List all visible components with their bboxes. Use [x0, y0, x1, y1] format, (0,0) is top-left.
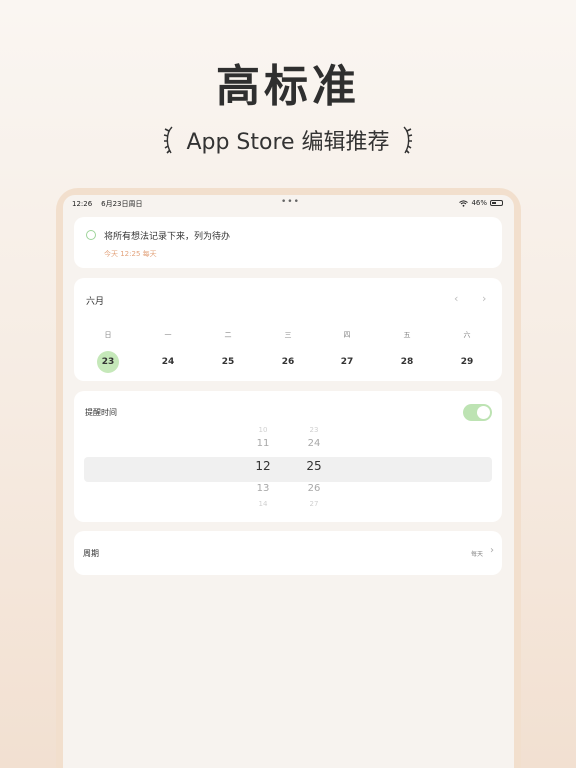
day-cell[interactable]: 29: [456, 351, 478, 373]
battery-level: [492, 202, 497, 204]
weekday-label: 三: [284, 331, 292, 339]
laurel-right-icon: [403, 126, 412, 154]
calendar-card: 六月 ‹ › 日 一 二 三 四 五 六 23 24 25 26 27 28 2…: [74, 278, 502, 381]
minute-selected[interactable]: 25: [299, 459, 329, 473]
minute-option[interactable]: 27: [299, 500, 329, 508]
weekday-label: 六: [463, 331, 471, 339]
cycle-label: 周期: [83, 549, 99, 558]
day-cell[interactable]: 27: [336, 351, 358, 373]
picker-selection-band: [84, 457, 492, 482]
status-right: 46%: [459, 199, 503, 207]
todo-meta: 今天 12:25 每天: [104, 250, 157, 258]
wifi-icon: [459, 199, 469, 207]
day-cell[interactable]: 24: [157, 351, 179, 373]
status-time: 12:26: [72, 200, 93, 208]
weekday-label: 五: [403, 331, 411, 339]
chevron-right-icon: ›: [490, 545, 494, 556]
todo-title: 将所有想法记录下来，列为待办: [104, 232, 231, 242]
multitasking-dots-icon[interactable]: •••: [281, 197, 300, 207]
todo-checkbox[interactable]: [86, 230, 96, 240]
minute-option[interactable]: 23: [299, 426, 329, 434]
hour-option[interactable]: 10: [248, 426, 278, 434]
weekday-label: 四: [343, 331, 351, 339]
status-bar: 12:26 6月23日周日 ••• 46%: [63, 195, 514, 211]
hour-selected[interactable]: 12: [248, 459, 278, 473]
minute-option[interactable]: 26: [299, 483, 329, 494]
day-cell[interactable]: 28: [396, 351, 418, 373]
status-left: 12:26 6月23日周日: [72, 199, 142, 209]
toggle-knob: [477, 406, 490, 419]
todo-card[interactable]: 将所有想法记录下来，列为待办 今天 12:25 每天: [74, 217, 502, 268]
reminder-card: 提醒时间 10 11 12 13 14 23 24 25 26 27: [74, 391, 502, 522]
weekday-label: 一: [164, 331, 172, 339]
reminder-label: 提醒时间: [85, 408, 117, 417]
cycle-value: 每天: [470, 551, 483, 558]
hour-option[interactable]: 11: [248, 438, 278, 449]
app-screen: 12:26 6月23日周日 ••• 46% 将所有想法记录下来，列为待办 今天 …: [63, 195, 514, 768]
day-cell-selected[interactable]: 23: [97, 351, 119, 373]
day-cell[interactable]: 25: [217, 351, 239, 373]
subline-text: App Store 编辑推荐: [186, 130, 390, 155]
hour-option[interactable]: 14: [248, 500, 278, 508]
reminder-toggle[interactable]: [463, 404, 492, 421]
month-label: 六月: [86, 297, 105, 307]
laurel-left-icon: [164, 126, 173, 154]
prev-week-chevron-icon[interactable]: ‹: [454, 292, 458, 305]
status-date: 6月23日周日: [101, 200, 143, 208]
cycle-row[interactable]: 周期 每天 ›: [74, 531, 502, 575]
weekday-label: 日: [104, 331, 112, 339]
battery-percent: 46%: [471, 199, 487, 207]
headline: 高标准: [216, 61, 360, 112]
hour-option[interactable]: 13: [248, 483, 278, 494]
weekday-label: 二: [224, 331, 232, 339]
battery-icon: [490, 200, 503, 206]
minute-option[interactable]: 24: [299, 438, 329, 449]
subline: App Store 编辑推荐: [0, 124, 576, 156]
day-cell[interactable]: 26: [277, 351, 299, 373]
next-week-chevron-icon[interactable]: ›: [482, 292, 486, 305]
